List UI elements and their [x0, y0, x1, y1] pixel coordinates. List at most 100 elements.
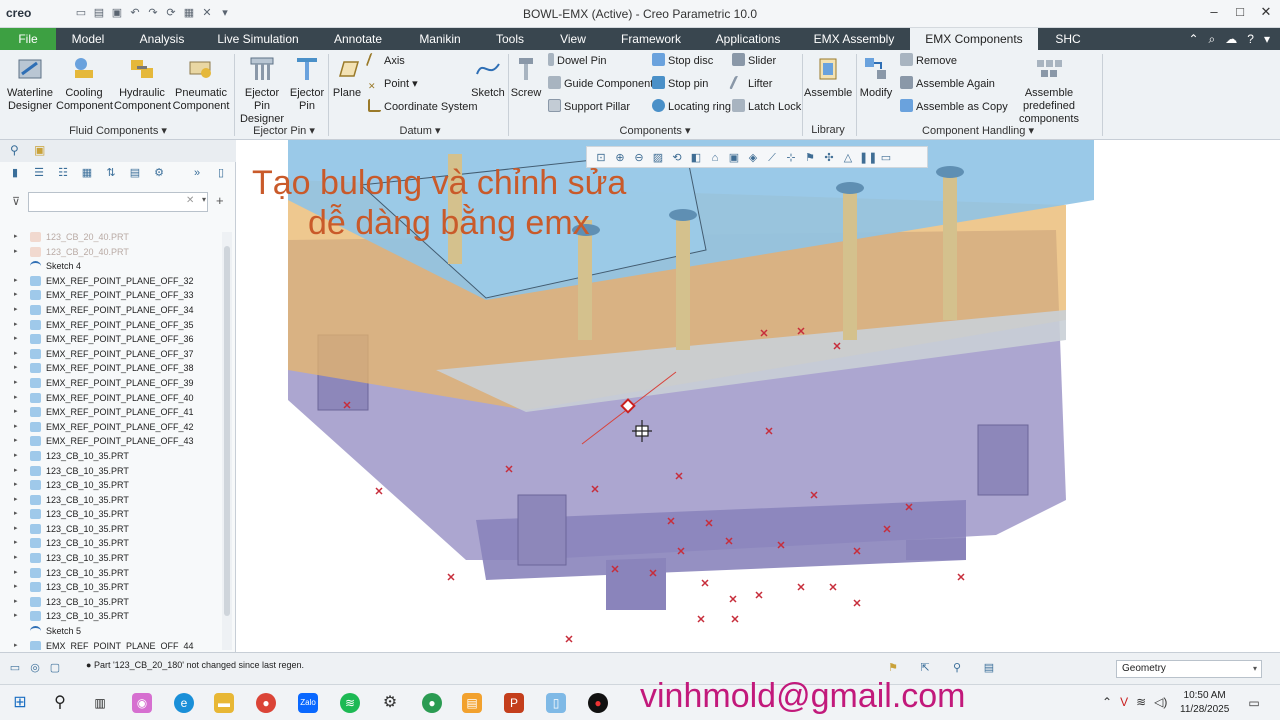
display-style-icon[interactable]: ◧ — [688, 150, 704, 166]
remove-button[interactable]: Remove — [900, 53, 957, 69]
spin-center-icon[interactable]: ✣ — [821, 150, 837, 166]
recorder-icon[interactable]: ● — [588, 693, 608, 713]
tree-scrollbar[interactable] — [222, 232, 232, 650]
expand-arrow-icon[interactable]: ▸ — [14, 332, 18, 347]
tree-item[interactable]: ▸ EMX_REF_POINT_PLANE_OFF_41 — [0, 405, 222, 420]
view-manager-icon[interactable]: ▣ — [726, 150, 742, 166]
tree-item[interactable]: ▸ EMX_REF_POINT_PLANE_OFF_38 — [0, 361, 222, 376]
find-icon[interactable]: ⚲ — [950, 661, 964, 675]
expand-arrow-icon[interactable]: ▸ — [14, 318, 18, 333]
group-ejector-pin[interactable]: Ejector Pin ▾ — [246, 124, 322, 137]
tab-file[interactable]: File — [0, 28, 56, 50]
tree-item[interactable]: ▸ 123_CB_10_35.PRT — [0, 507, 222, 522]
show-navigator-icon[interactable]: ▭ — [8, 661, 22, 675]
tab-live-simulation[interactable]: Live Simulation — [210, 28, 306, 50]
folder-browser-tab-icon[interactable]: ▣ — [34, 143, 45, 157]
full-screen-icon[interactable]: ▢ — [48, 661, 62, 675]
selection-list-icon[interactable]: ▤ — [982, 661, 996, 675]
graphics-viewport[interactable]: ⊡ ⊕ ⊖ ▨ ⟲ ◧ ⌂ ▣ ◈ ⟋ ⊹ ⚑ ✣ △ ❚❚ ▭ Tạo bul… — [236, 140, 1280, 652]
chrome-icon[interactable]: ● — [256, 693, 276, 713]
help-menu-icon[interactable]: ▾ — [1264, 32, 1270, 47]
tree-item[interactable]: ▸ 123_CB_10_35.PRT — [0, 449, 222, 464]
tab-tools[interactable]: Tools — [488, 28, 532, 50]
settings-icon[interactable]: ⚙ — [380, 693, 400, 713]
expand-arrow-icon[interactable]: ▸ — [14, 507, 18, 522]
copilot-icon[interactable]: ◉ — [132, 693, 152, 713]
ejector-pin-designer-button[interactable]: Ejector Pin Designer — [236, 54, 288, 126]
tree-notes-icon[interactable]: ▯ — [214, 166, 228, 180]
powerpoint-icon[interactable]: P — [504, 693, 524, 713]
saved-orientations-icon[interactable]: ⌂ — [707, 150, 723, 166]
tree-settings-icon[interactable]: ⚙ — [152, 166, 166, 180]
selection-filter-dropdown[interactable]: Geometry ▾ — [1116, 660, 1262, 678]
axis-button[interactable]: Axis — [365, 53, 405, 69]
expand-arrow-icon[interactable]: ▸ — [14, 230, 18, 245]
task-view-icon[interactable]: ▥ — [90, 693, 110, 713]
tree-item[interactable]: ▸ EMX_REF_POINT_PLANE_OFF_34 — [0, 303, 222, 318]
tree-item[interactable]: ▸ 123_CB_10_35.PRT — [0, 464, 222, 479]
tab-analysis[interactable]: Analysis — [128, 28, 196, 50]
datum-display-icon[interactable]: ⊹ — [783, 150, 799, 166]
tree-expand-icon[interactable]: » — [190, 166, 204, 180]
tree-search-input[interactable] — [28, 192, 208, 212]
windows-start-icon[interactable]: ⊞ — [10, 693, 30, 713]
expand-arrow-icon[interactable]: ▸ — [14, 464, 18, 479]
volume-icon[interactable]: ◁) — [1154, 695, 1167, 709]
expand-arrow-icon[interactable]: ▸ — [14, 376, 18, 391]
tree-item[interactable]: ▸ 123_CB_10_35.PRT — [0, 551, 222, 566]
expand-arrow-icon[interactable]: ▸ — [14, 639, 18, 650]
support-pillar-button[interactable]: Support Pillar — [548, 99, 630, 115]
waterline-designer-button[interactable]: Waterline Designer — [6, 54, 54, 113]
guide-component-button[interactable]: Guide Component — [548, 76, 653, 92]
add-filter-icon[interactable]: + — [216, 193, 224, 208]
tree-list-icon[interactable]: ☰ — [32, 166, 46, 180]
vietnamese-ime-icon[interactable]: V — [1120, 695, 1128, 709]
locating-ring-button[interactable]: Locating ring — [652, 99, 731, 115]
plane-button[interactable]: Plane — [330, 54, 364, 100]
stop-pin-button[interactable]: Stop pin — [652, 76, 708, 92]
regen-flag-icon[interactable]: ⚑ — [886, 661, 900, 675]
pneumatic-component-button[interactable]: Pneumatic Component — [172, 54, 230, 113]
file-explorer-icon[interactable]: ▬ — [214, 693, 234, 713]
layer-display-icon[interactable]: ▭ — [878, 150, 894, 166]
tree-item[interactable]: ▸ EMX_REF_POINT_PLANE_OFF_32 — [0, 274, 222, 289]
expand-arrow-icon[interactable]: ▸ — [14, 478, 18, 493]
tree-item[interactable]: ▸ EMX_REF_POINT_PLANE_OFF_33 — [0, 288, 222, 303]
zalo-icon[interactable]: Zalo — [298, 693, 318, 713]
point-button[interactable]: ✕ Point ▾ — [368, 76, 418, 92]
expand-arrow-icon[interactable]: ▸ — [14, 434, 18, 449]
repaint-icon[interactable]: ▨ — [650, 150, 666, 166]
hydraulic-component-button[interactable]: Hydraulic Component — [114, 54, 171, 113]
expand-arrow-icon[interactable]: ▸ — [14, 536, 18, 551]
tree-item[interactable]: ▸ EMX_REF_POINT_PLANE_OFF_42 — [0, 420, 222, 435]
expand-arrow-icon[interactable]: ▸ — [14, 566, 18, 581]
group-component-handling[interactable]: Component Handling ▾ — [916, 124, 1040, 137]
edge-icon[interactable]: e — [174, 693, 194, 713]
slider-button[interactable]: Slider — [732, 53, 776, 69]
tree-layers-icon[interactable]: ▤ — [128, 166, 142, 180]
expand-arrow-icon[interactable]: ▸ — [14, 274, 18, 289]
tree-item[interactable]: ▸ 123_CB_10_35.PRT — [0, 609, 222, 624]
maximize-icon[interactable]: □ — [1234, 4, 1246, 20]
tab-manikin[interactable]: Manikin — [410, 28, 470, 50]
tree-item[interactable]: ▸ EMX_REF_POINT_PLANE_OFF_35 — [0, 318, 222, 333]
tree-item[interactable]: ▸ 123_CB_10_35.PRT — [0, 595, 222, 610]
lifter-button[interactable]: Lifter — [728, 76, 772, 92]
collapse-ribbon-icon[interactable]: ⌃ — [1188, 32, 1198, 47]
assemble-button[interactable]: Assemble — [804, 54, 852, 100]
tree-item[interactable]: ▸ 123_CB_10_35.PRT — [0, 522, 222, 537]
tree-item[interactable]: Sketch 4 — [0, 259, 222, 274]
dowel-pin-button[interactable]: Dowel Pin — [548, 53, 607, 69]
assemble-predefined-button[interactable]: Assemble predefined components — [1000, 54, 1098, 126]
tab-annotate[interactable]: Annotate — [324, 28, 392, 50]
tab-emx-components[interactable]: EMX Components — [910, 28, 1038, 50]
expand-arrow-icon[interactable]: ▸ — [14, 288, 18, 303]
wifi-icon[interactable]: ≋ — [1136, 695, 1146, 709]
creo-app-icon[interactable]: ▯ — [546, 693, 566, 713]
expand-arrow-icon[interactable]: ▸ — [14, 522, 18, 537]
expand-arrow-icon[interactable]: ▸ — [14, 609, 18, 624]
expand-arrow-icon[interactable]: ▸ — [14, 420, 18, 435]
reorient-icon[interactable]: ⟲ — [669, 150, 685, 166]
cooling-component-button[interactable]: Cooling Component — [56, 54, 113, 113]
tree-item[interactable]: ▸ EMX_REF_POINT_PLANE_OFF_40 — [0, 391, 222, 406]
